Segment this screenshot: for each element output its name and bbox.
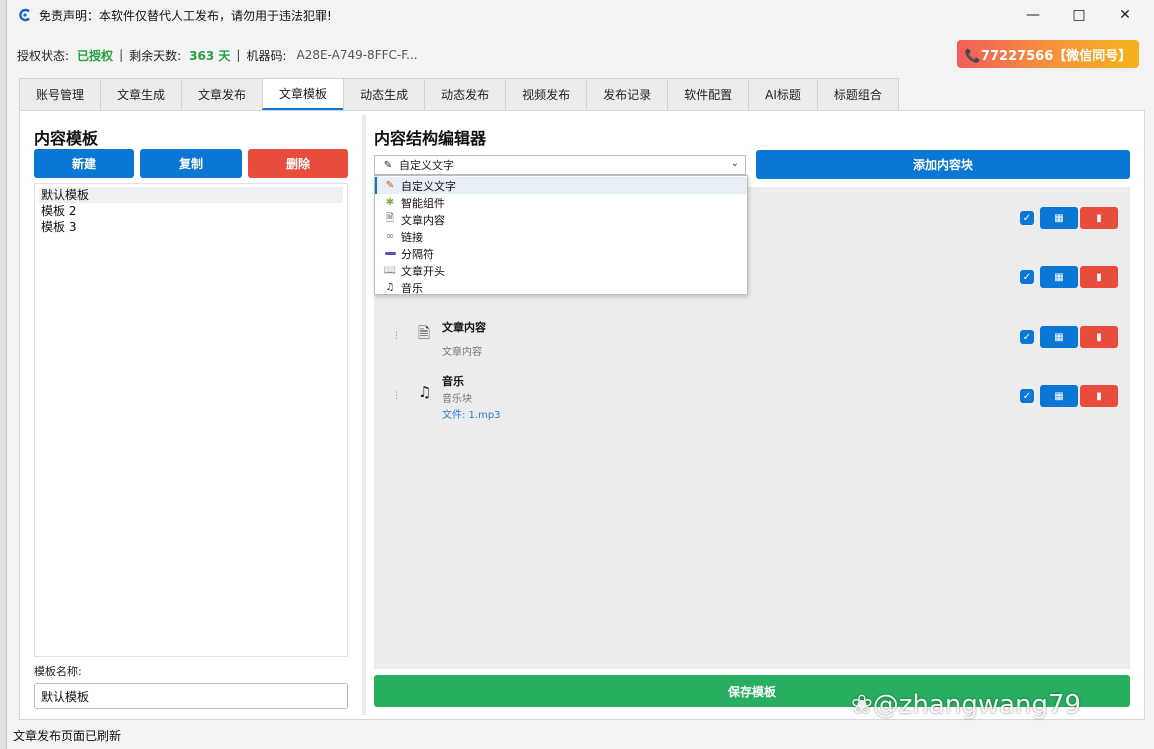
tab-video-publish[interactable]: 视频发布 bbox=[505, 78, 588, 110]
block-type-select[interactable]: ✎ 自定义文字 ⌄ bbox=[374, 155, 746, 175]
maximize-icon[interactable]: □ bbox=[1056, 0, 1102, 30]
template-list-pane: 内容模板 新建 复制 删除 默认模板 模板 2 模板 3 模板名称: bbox=[20, 111, 358, 719]
template-name-label: 模板名称: bbox=[34, 665, 82, 678]
delete-block-button[interactable]: ▮ bbox=[1080, 207, 1118, 229]
app-logo-icon bbox=[17, 7, 33, 23]
tab-ai-title[interactable]: AI标题 bbox=[748, 78, 818, 110]
template-name-input[interactable] bbox=[34, 683, 348, 709]
left-pane-title: 内容模板 bbox=[34, 129, 99, 148]
list-item[interactable]: ⋮ 🗎 文章内容 文章内容 ✓ ▦ ▮ bbox=[374, 311, 1130, 367]
tab-title-combo[interactable]: 标题组合 bbox=[816, 78, 899, 110]
tab-moment-publish[interactable]: 动态发布 bbox=[424, 78, 507, 110]
block-file: 文件: 1.mp3 bbox=[442, 410, 501, 421]
list-item[interactable]: 模板 3 bbox=[39, 219, 343, 235]
pencil-icon: ✎ bbox=[385, 180, 395, 191]
new-template-button[interactable]: 新建 bbox=[34, 149, 134, 178]
book-icon: 📖 bbox=[383, 265, 397, 276]
option-article-intro[interactable]: 📖 文章开头 bbox=[375, 262, 747, 279]
status-bar: 文章发布页面已刷新 bbox=[13, 729, 122, 743]
option-custom-text[interactable]: ✎ 自定义文字 bbox=[375, 177, 747, 194]
block-subtitle: 音乐块 bbox=[442, 394, 472, 405]
block-enabled-checkbox[interactable]: ✓ bbox=[1020, 389, 1034, 403]
block-enabled-checkbox[interactable]: ✓ bbox=[1020, 330, 1034, 344]
separator: | bbox=[119, 48, 124, 62]
selected-type-value: 自定义文字 bbox=[399, 159, 454, 172]
music-icon: ♫ bbox=[418, 383, 432, 401]
option-link[interactable]: ∞ 链接 bbox=[375, 228, 747, 245]
block-subtitle: 文章内容 bbox=[442, 347, 482, 358]
music-icon: ♫ bbox=[385, 282, 395, 293]
machine-code-value: A28E-A749-8FFC-F... bbox=[296, 48, 418, 62]
option-label: 分隔符 bbox=[401, 247, 434, 261]
link-icon: ∞ bbox=[385, 231, 395, 242]
block-type-dropdown: ✎ 自定义文字 ✱ 智能组件 🗎 文章内容 ∞ 链接 分隔符 📖 文章开头 ♫ … bbox=[374, 175, 748, 295]
delete-block-button[interactable]: ▮ bbox=[1080, 266, 1118, 288]
pane-divider[interactable] bbox=[362, 115, 366, 715]
edit-block-button[interactable]: ▦ bbox=[1040, 207, 1078, 229]
app-window: 免责声明：本软件仅替代人工发布，请勿用于违法犯罪! — □ ✕ 授权状态: 已授… bbox=[6, 0, 1154, 749]
document-icon: 🗎 bbox=[418, 324, 431, 342]
option-label: 文章开头 bbox=[401, 264, 445, 278]
block-title: 音乐 bbox=[442, 375, 464, 388]
block-enabled-checkbox[interactable]: ✓ bbox=[1020, 211, 1034, 225]
machine-code-label: 机器码: bbox=[246, 48, 287, 63]
separator: | bbox=[236, 48, 241, 62]
delete-template-button[interactable]: 删除 bbox=[248, 149, 348, 178]
license-bar: 授权状态: 已授权 | 剩余天数: 363 天 | 机器码: A28E-A749… bbox=[17, 40, 1139, 70]
chevron-down-icon: ⌄ bbox=[730, 158, 739, 169]
structure-editor-pane: 内容结构编辑器 ✎ 自定义文字 ⌄ 添加内容块 ✎ 自定义文字 ✱ 智能组件 🗎 bbox=[370, 111, 1144, 719]
list-item[interactable]: 默认模板 bbox=[39, 187, 343, 203]
document-icon: 🗎 bbox=[385, 213, 395, 224]
right-pane-title: 内容结构编辑器 bbox=[374, 129, 487, 148]
list-item[interactable]: ⋮ ♫ 音乐 音乐块 文件: 1.mp3 ✓ ▦ ▮ bbox=[374, 371, 1130, 431]
drag-handle-icon[interactable]: ⋮ bbox=[392, 331, 401, 341]
block-title: 文章内容 bbox=[442, 321, 486, 334]
edit-block-button[interactable]: ▦ bbox=[1040, 326, 1078, 348]
option-music[interactable]: ♫ 音乐 bbox=[375, 279, 747, 296]
block-enabled-checkbox[interactable]: ✓ bbox=[1020, 270, 1034, 284]
template-list[interactable]: 默认模板 模板 2 模板 3 bbox=[34, 183, 348, 657]
delete-block-button[interactable]: ▮ bbox=[1080, 326, 1118, 348]
option-label: 智能组件 bbox=[401, 196, 445, 210]
edit-block-button[interactable]: ▦ bbox=[1040, 266, 1078, 288]
close-icon[interactable]: ✕ bbox=[1102, 0, 1148, 30]
tab-article-template[interactable]: 文章模板 bbox=[262, 78, 345, 110]
tab-publish-history[interactable]: 发布记录 bbox=[586, 78, 669, 110]
copy-template-button[interactable]: 复制 bbox=[140, 149, 242, 178]
option-label: 链接 bbox=[401, 230, 423, 244]
tab-software-config[interactable]: 软件配置 bbox=[667, 78, 750, 110]
watermark-text: @zhangwang79 bbox=[872, 690, 1082, 720]
days-left-label: 剩余天数: bbox=[129, 48, 182, 63]
pencil-icon: ✎ bbox=[383, 159, 393, 171]
title-bar: 免责声明：本软件仅替代人工发布，请勿用于违法犯罪! — □ ✕ bbox=[7, 0, 1154, 30]
license-status-label: 授权状态: bbox=[17, 48, 70, 63]
list-item[interactable]: 模板 2 bbox=[39, 203, 343, 219]
window-title: 免责声明：本软件仅替代人工发布，请勿用于违法犯罪! bbox=[39, 8, 332, 23]
paw-icon: ❀ bbox=[851, 690, 873, 720]
template-panel: 内容模板 新建 复制 删除 默认模板 模板 2 模板 3 模板名称: 内容结构编… bbox=[19, 110, 1145, 720]
option-article-content[interactable]: 🗎 文章内容 bbox=[375, 211, 747, 228]
tab-account[interactable]: 账号管理 bbox=[19, 78, 102, 110]
option-label: 音乐 bbox=[401, 281, 423, 295]
add-block-button[interactable]: 添加内容块 bbox=[756, 150, 1130, 179]
tab-article-generate[interactable]: 文章生成 bbox=[100, 78, 183, 110]
option-separator[interactable]: 分隔符 bbox=[375, 245, 747, 262]
minimize-icon[interactable]: — bbox=[1010, 0, 1056, 30]
option-label: 自定义文字 bbox=[401, 179, 456, 193]
watermark: ❀@zhangwang79 bbox=[851, 690, 1081, 720]
drag-handle-icon[interactable]: ⋮ bbox=[392, 391, 401, 401]
license-status-value: 已授权 bbox=[77, 48, 114, 63]
delete-block-button[interactable]: ▮ bbox=[1080, 385, 1118, 407]
puzzle-icon: ✱ bbox=[385, 197, 395, 208]
edit-block-button[interactable]: ▦ bbox=[1040, 385, 1078, 407]
contact-button[interactable]: 📞77227566【微信同号】 bbox=[957, 40, 1139, 68]
separator-icon bbox=[383, 248, 397, 259]
tab-bar: 账号管理 文章生成 文章发布 文章模板 动态生成 动态发布 视频发布 发布记录 … bbox=[19, 78, 1145, 110]
days-left-value: 363 天 bbox=[189, 48, 231, 63]
tab-article-publish[interactable]: 文章发布 bbox=[181, 78, 264, 110]
option-smart-widget[interactable]: ✱ 智能组件 bbox=[375, 194, 747, 211]
option-label: 文章内容 bbox=[401, 213, 445, 227]
tab-moment-generate[interactable]: 动态生成 bbox=[343, 78, 426, 110]
